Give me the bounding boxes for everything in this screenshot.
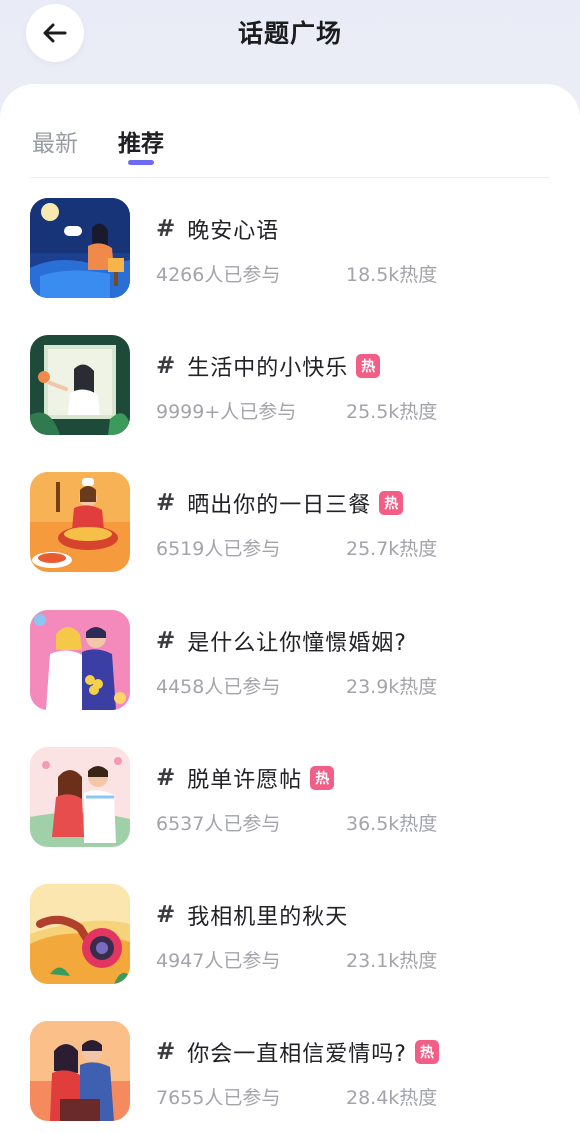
hot-badge: 热	[310, 766, 335, 790]
topic-item-three-meals[interactable]: # 晒出你的一日三餐 热 6519人已参与 25.7k热度	[30, 472, 550, 572]
tab-latest-label: 最新	[32, 131, 78, 157]
participant-count: 4458人已参与	[156, 676, 281, 698]
heat-count: 25.7k热度	[346, 538, 438, 560]
topic-thumbnail	[30, 198, 130, 298]
topic-title-row: # 是什么让你憧憬婚姻?	[156, 626, 407, 656]
topic-name: 你会一直相信爱情吗?	[187, 1042, 407, 1067]
heat-count: 23.1k热度	[346, 950, 438, 972]
topic-thumbnail	[30, 472, 130, 572]
participant-count: 6537人已参与	[156, 813, 281, 835]
hot-badge: 热	[356, 354, 381, 378]
topic-item-marriage[interactable]: # 是什么让你憧憬婚姻? 4458人已参与 23.9k热度	[30, 610, 550, 710]
hash-icon: #	[156, 628, 176, 654]
topic-name: 是什么让你憧憬婚姻?	[187, 631, 407, 656]
heat-count: 23.9k热度	[346, 676, 438, 698]
tab-recommended[interactable]: 推荐	[118, 124, 164, 184]
topic-title-row: # 晒出你的一日三餐 热	[156, 488, 404, 518]
topic-item-wish-post[interactable]: # 脱单许愿帖 热 6537人已参与 36.5k热度	[30, 747, 550, 847]
hash-icon: #	[156, 216, 176, 242]
divider	[30, 177, 550, 178]
tab-recommended-label: 推荐	[118, 131, 164, 157]
topic-title-row: # 你会一直相信爱情吗? 热	[156, 1037, 439, 1067]
topic-thumbnail	[30, 884, 130, 984]
header: 话题广场	[0, 0, 580, 80]
topic-name: 晚安心语	[187, 219, 280, 244]
active-tab-indicator	[128, 160, 154, 165]
topic-item-autumn-camera[interactable]: # 我相机里的秋天 4947人已参与 23.1k热度	[30, 884, 550, 984]
tab-latest[interactable]: 最新	[32, 124, 78, 184]
hash-icon: #	[156, 353, 176, 379]
topic-item-believe-love[interactable]: # 你会一直相信爱情吗? 热 7655人已参与 28.4k热度	[30, 1021, 550, 1121]
topic-name: 脱单许愿帖	[187, 768, 303, 793]
tab-bar: 最新 推荐	[32, 124, 164, 184]
topic-item-good-night[interactable]: # 晚安心语 4266人已参与 18.5k热度	[30, 198, 550, 298]
topic-title-row: # 晚安心语	[156, 214, 279, 244]
participant-count: 9999+人已参与	[156, 401, 297, 423]
heat-count: 28.4k热度	[346, 1087, 438, 1109]
topic-thumbnail	[30, 1021, 130, 1121]
hash-icon: #	[156, 902, 176, 928]
topic-title-row: # 我相机里的秋天	[156, 900, 348, 930]
topic-thumbnail	[30, 747, 130, 847]
topic-title-row: # 生活中的小快乐 热	[156, 351, 381, 381]
heat-count: 18.5k热度	[346, 264, 438, 286]
participant-count: 4266人已参与	[156, 264, 281, 286]
topic-thumbnail	[30, 335, 130, 435]
heat-count: 25.5k热度	[346, 401, 438, 423]
topic-square-page: 话题广场 最新 推荐 # 晚安心语 4266人已参与 18.5k热度 # 生活中…	[0, 0, 580, 1133]
participant-count: 6519人已参与	[156, 538, 281, 560]
participant-count: 4947人已参与	[156, 950, 281, 972]
hot-badge: 热	[379, 491, 404, 515]
heat-count: 36.5k热度	[346, 813, 438, 835]
topic-thumbnail	[30, 610, 130, 710]
hash-icon: #	[156, 1039, 176, 1065]
participant-count: 7655人已参与	[156, 1087, 281, 1109]
topic-name: 我相机里的秋天	[187, 905, 349, 930]
page-title: 话题广场	[237, 19, 342, 48]
topic-name: 晒出你的一日三餐	[187, 493, 372, 518]
topic-title-row: # 脱单许愿帖 热	[156, 763, 335, 793]
hash-icon: #	[156, 490, 176, 516]
topic-name: 生活中的小快乐	[187, 356, 349, 381]
hash-icon: #	[156, 765, 176, 791]
topic-item-little-joys[interactable]: # 生活中的小快乐 热 9999+人已参与 25.5k热度	[30, 335, 550, 435]
hot-badge: 热	[414, 1040, 439, 1064]
